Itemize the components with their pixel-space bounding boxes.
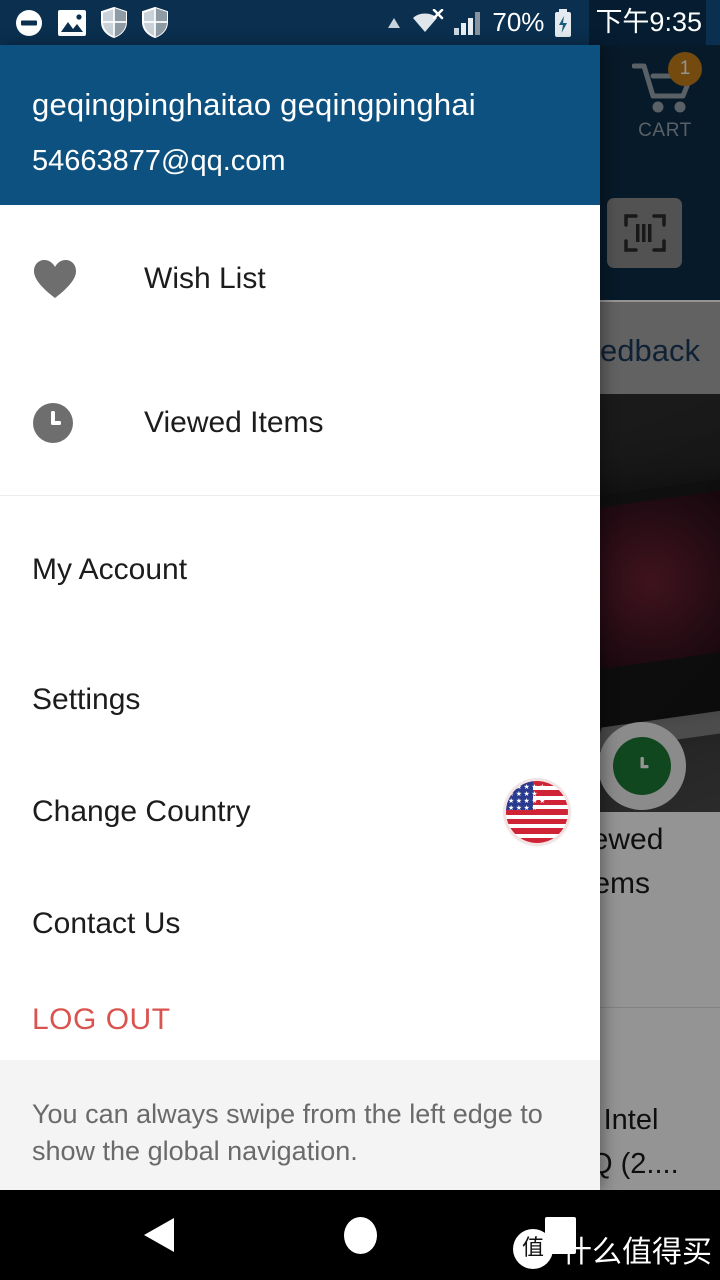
drawer-item-settings[interactable]: Settings <box>0 644 600 756</box>
cellular-signal-icon <box>454 11 481 35</box>
do-not-disturb-icon <box>16 9 42 36</box>
navigation-drawer: geqingpinghaitao geqingpinghai 54663877@… <box>0 45 600 1190</box>
drawer-item-label: Change Country <box>32 794 251 828</box>
hint-text: You can always swipe from the left edge … <box>32 1099 543 1166</box>
drawer-item-label: Wish List <box>144 262 266 295</box>
logout-label: LOG OUT <box>32 1002 171 1036</box>
drawer-item-label: Contact Us <box>32 906 181 940</box>
drawer-item-label: Viewed Items <box>144 406 324 439</box>
watermark-text: 什么值得买 <box>562 1235 712 1270</box>
us-flag-icon: ★★★★★ ★★★★ ★★★★★ ★★★★ <box>506 780 568 843</box>
clock-icon <box>32 402 144 444</box>
drawer-item-contact-us[interactable]: Contact Us <box>0 868 600 980</box>
drawer-item-change-country[interactable]: Change Country ★★★★★ ★★★★ ★★★★★ ★★★★ <box>0 756 600 868</box>
heart-icon <box>32 258 144 300</box>
drawer-secondary-menu: My Account Settings Change Country ★★★★★… <box>0 496 600 980</box>
account-name: geqingpinghaitao geqingpinghai <box>32 87 476 122</box>
drawer-item-my-account[interactable]: My Account <box>0 496 600 644</box>
battery-charging-icon <box>555 8 572 37</box>
clock-time: 下午9:35 <box>589 0 706 45</box>
wifi-disconnected-icon <box>413 8 444 32</box>
android-nav-bar: 值 什么值得买 <box>0 1190 720 1280</box>
drawer-item-label: Settings <box>32 682 141 716</box>
account-email: 54663877@qq.com <box>32 145 286 177</box>
shield-icon <box>101 7 127 38</box>
watermark: 值 什么值得买 <box>513 1227 712 1271</box>
drawer-primary-menu: Wish List Viewed Items <box>0 205 600 495</box>
drawer-item-wish-list[interactable]: Wish List <box>0 207 600 351</box>
image-icon <box>58 9 86 36</box>
watermark-badge: 值 <box>513 1229 553 1269</box>
drawer-hint: You can always swipe from the left edge … <box>0 1060 600 1190</box>
drawer-item-label: My Account <box>32 552 188 586</box>
battery-percent: 70% <box>492 7 545 37</box>
status-bar: 70% 下午9:35 <box>0 0 720 45</box>
triangle-up-icon <box>388 17 401 28</box>
home-circle-icon[interactable] <box>344 1217 377 1254</box>
phone-screen: 1 CART edback iewed tems ' Intel Q (2...… <box>0 0 720 1280</box>
logout-button[interactable]: LOG OUT <box>0 980 600 1060</box>
drawer-account-header[interactable]: geqingpinghaitao geqingpinghai 54663877@… <box>0 45 600 205</box>
drawer-item-viewed-items[interactable]: Viewed Items <box>0 351 600 495</box>
back-triangle-icon[interactable] <box>144 1218 174 1252</box>
shield-icon <box>142 7 168 38</box>
